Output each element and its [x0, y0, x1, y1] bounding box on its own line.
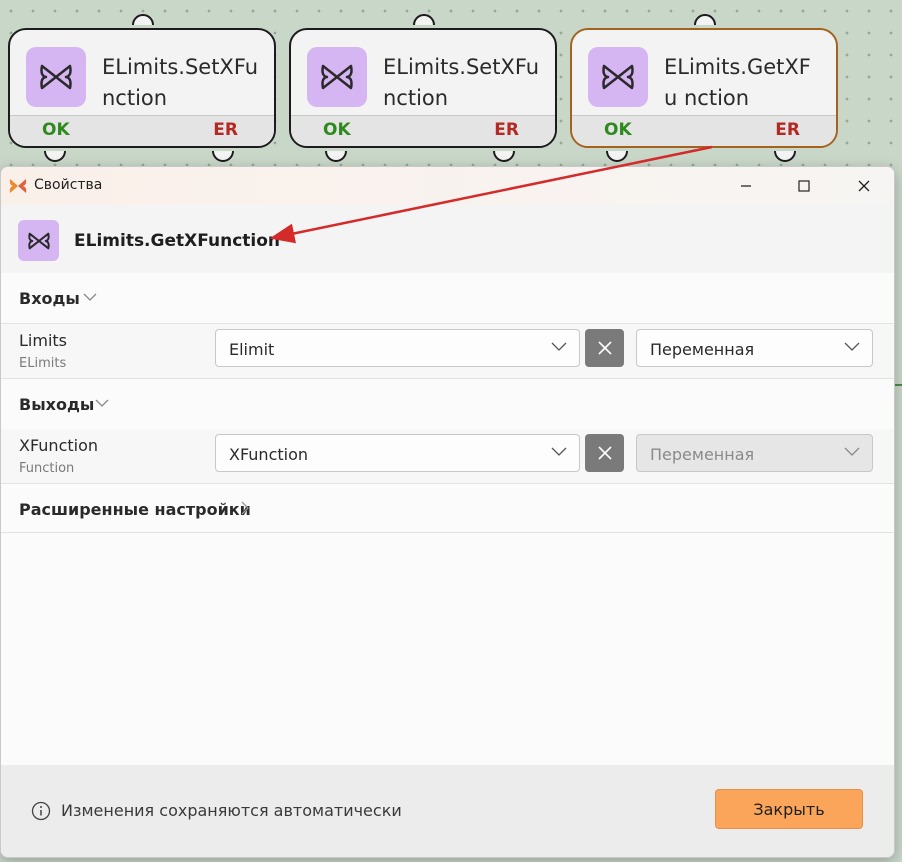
close-icon [858, 180, 870, 192]
minimize-icon [741, 185, 751, 187]
limits-mode-combobox[interactable]: Переменная [636, 329, 873, 367]
param-name: Limits [19, 331, 67, 350]
input-connector[interactable] [694, 14, 716, 25]
input-connector[interactable] [413, 14, 435, 25]
chevron-down-icon [844, 342, 860, 351]
title-bar[interactable]: Свойства [1, 167, 894, 205]
input-connector[interactable] [132, 14, 154, 25]
properties-dialog: Свойства ELimits.GetXFunction Входы Limi… [0, 166, 895, 858]
node-footer: OK ER [291, 115, 555, 146]
chevron-down-icon [551, 447, 567, 456]
param-name: XFunction [19, 436, 99, 455]
param-type: Function [19, 461, 75, 476]
close-icon [597, 446, 612, 460]
ok-port-label: OK [323, 120, 351, 140]
component-title: ELimits.GetXFunction [74, 231, 281, 251]
combobox-value: Переменная [650, 340, 755, 359]
ok-port-label: OK [604, 120, 632, 140]
outputs-section-header[interactable]: Выходы [1, 379, 894, 430]
node-setxfunction-1[interactable]: ELimits.SetXFu nction OK ER [8, 14, 276, 162]
combobox-value: Elimit [229, 340, 275, 359]
node-setxfunction-2[interactable]: ELimits.SetXFu nction OK ER [289, 14, 557, 162]
clear-xfunction-button[interactable] [585, 434, 624, 472]
outputs-section-label: Выходы [19, 395, 95, 414]
node-footer: OK ER [10, 115, 274, 146]
advanced-settings-label: Расширенные настройки [19, 500, 251, 519]
advanced-settings-header[interactable]: Расширенные настройки [1, 484, 894, 533]
close-button[interactable]: Закрыть [715, 789, 863, 829]
er-port-label: ER [494, 120, 519, 140]
output-row-xfunction: XFunction Function XFunction Переменная [1, 429, 894, 484]
node-getxfunction[interactable]: ELimits.GetXFu nction OK ER [570, 14, 838, 162]
maximize-icon [798, 180, 810, 192]
butterfly-icon [307, 47, 367, 107]
inputs-section-label: Входы [19, 289, 80, 308]
minimize-button[interactable] [723, 171, 769, 201]
butterfly-logo-icon [9, 178, 27, 198]
chevron-down-icon [844, 447, 860, 456]
limits-value-combobox[interactable]: Elimit [215, 329, 580, 367]
chevron-down-icon [551, 342, 567, 351]
combobox-value: Переменная [650, 445, 755, 464]
input-row-limits: Limits ELimits Elimit Переменная [1, 324, 894, 379]
ok-port-label: OK [42, 120, 70, 140]
node-title: ELimits.GetXFu nction [664, 55, 811, 110]
close-window-button[interactable] [841, 171, 887, 201]
xfunction-mode-combobox: Переменная [636, 434, 873, 472]
chevron-down-icon [95, 399, 109, 407]
butterfly-icon [26, 47, 86, 107]
er-port-label: ER [213, 120, 238, 140]
maximize-button[interactable] [781, 171, 827, 201]
window-title: Свойства [34, 177, 103, 193]
autosave-info-text: Изменения сохраняются автоматически [61, 801, 402, 820]
clear-limits-button[interactable] [585, 329, 624, 367]
node-footer: OK ER [572, 115, 836, 146]
node-title: ELimits.SetXFu nction [102, 55, 259, 110]
chevron-down-icon [83, 293, 97, 301]
dialog-header: ELimits.GetXFunction [1, 205, 894, 273]
er-port-label: ER [775, 120, 800, 140]
param-type: ELimits [19, 356, 67, 371]
xfunction-value-combobox[interactable]: XFunction [215, 434, 580, 472]
info-icon [31, 801, 51, 821]
close-icon [597, 341, 612, 355]
butterfly-icon [588, 47, 648, 107]
combobox-value: XFunction [229, 445, 309, 464]
butterfly-icon [18, 220, 59, 261]
inputs-section-header[interactable]: Входы [1, 273, 894, 324]
chevron-right-icon [241, 501, 249, 515]
node-title: ELimits.SetXFu nction [383, 55, 540, 110]
dialog-footer: Изменения сохраняются автоматически Закр… [1, 765, 894, 857]
